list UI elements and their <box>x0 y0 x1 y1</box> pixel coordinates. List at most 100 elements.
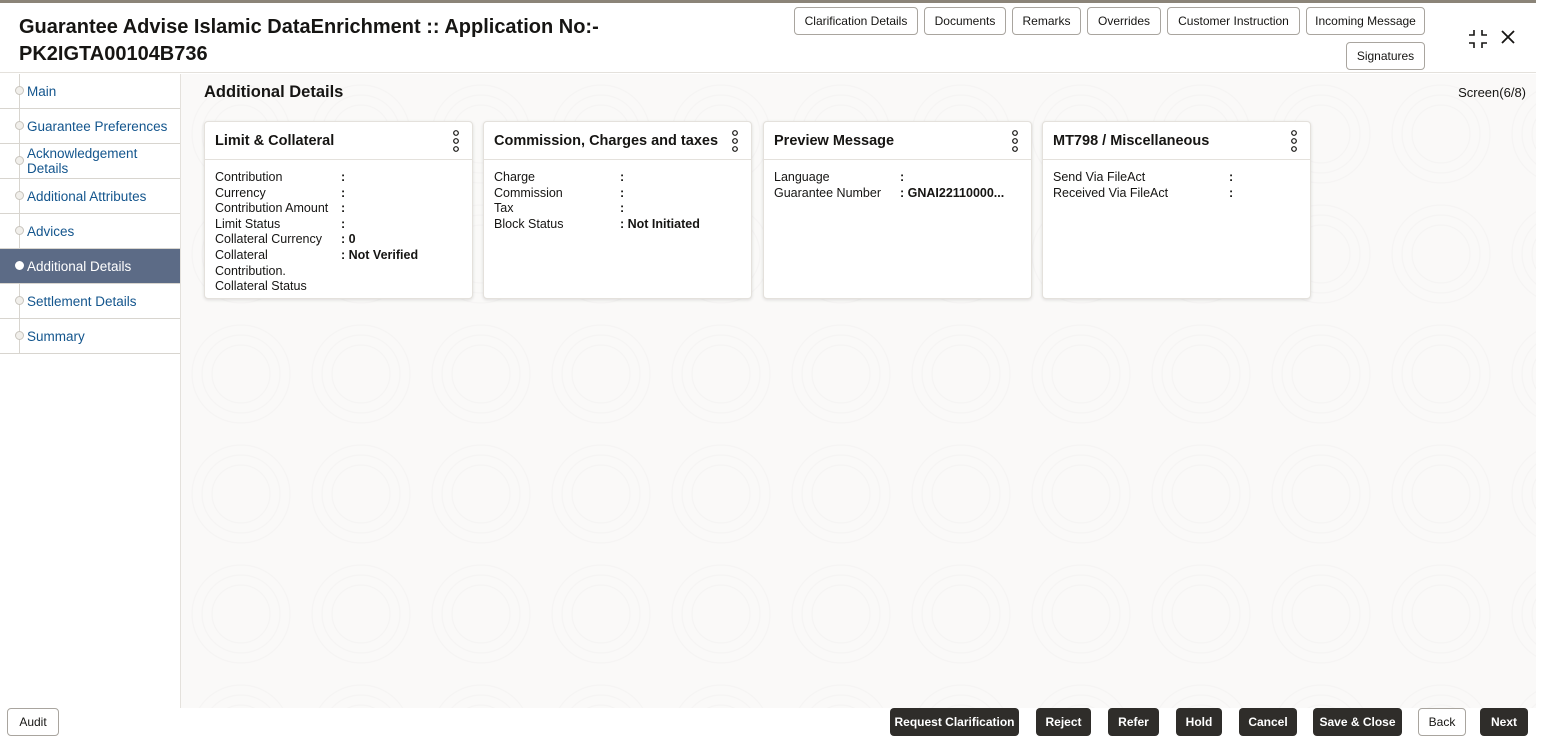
save-close-button[interactable]: Save & Close <box>1313 708 1402 736</box>
kebab-menu-icon[interactable] <box>1011 130 1019 152</box>
sidebar-item-summary[interactable]: Summary <box>0 319 180 354</box>
sidebar-item-label: Advices <box>27 223 75 239</box>
field-label: Send Via FileAct <box>1053 170 1146 184</box>
incoming-message-button[interactable]: Incoming Message <box>1306 7 1425 35</box>
window-right-edge <box>1536 0 1543 738</box>
field-label: Tax <box>494 201 514 216</box>
field-value: : <box>900 170 905 184</box>
field-value: : <box>620 185 625 200</box>
field-row: Commission: <box>494 186 751 202</box>
sidebar-item-label: Acknowledgement Details <box>27 146 138 176</box>
documents-button[interactable]: Documents <box>924 7 1006 35</box>
step-dot-icon <box>15 121 24 130</box>
field-value: : <box>620 201 625 216</box>
next-button[interactable]: Next <box>1480 708 1528 736</box>
field-row: Collateral Status <box>215 279 472 295</box>
field-row: Currency: <box>215 186 472 202</box>
limit-collateral-card: Limit & Collateral Contribution: Currenc… <box>204 121 473 299</box>
refer-button[interactable]: Refer <box>1108 708 1159 736</box>
collapse-icon[interactable] <box>1467 28 1489 50</box>
field-label: Charge <box>494 170 535 184</box>
field-value: : <box>620 170 625 184</box>
field-row: Charge: <box>494 170 751 186</box>
field-label: Limit Status <box>215 216 281 231</box>
field-row: Received Via FileAct: <box>1053 186 1310 202</box>
sidebar: Main Guarantee Preferences Acknowledgeme… <box>0 74 181 708</box>
main-content: Additional Details Screen(6/8) Limit & C… <box>181 74 1536 708</box>
card-body: Send Via FileAct: Received Via FileAct: <box>1043 160 1310 201</box>
kebab-menu-icon[interactable] <box>452 130 460 152</box>
sidebar-item-additional-details[interactable]: Additional Details <box>0 249 180 284</box>
field-value: : Not Verified <box>341 247 419 262</box>
field-row: Contribution: <box>215 170 472 186</box>
sidebar-item-advices[interactable]: Advices <box>0 214 180 249</box>
sidebar-item-label: Main <box>27 83 57 99</box>
card-header: Limit & Collateral <box>205 122 472 160</box>
field-row: Contribution Amount: <box>215 201 472 217</box>
footer-toolbar: Audit Request Clarification Reject Refer… <box>0 706 1536 738</box>
field-label: Language <box>774 170 830 184</box>
card-title: Limit & Collateral <box>215 132 335 149</box>
field-row: Language: <box>774 170 1031 186</box>
audit-button[interactable]: Audit <box>7 708 59 736</box>
header: Guarantee Advise Islamic DataEnrichment … <box>0 3 1536 73</box>
field-label: Collateral <box>215 247 268 262</box>
field-label: Received Via FileAct <box>1053 185 1169 200</box>
sidebar-item-acknowledgement-details[interactable]: Acknowledgement Details <box>0 144 180 179</box>
field-row: Collateral : Not Verified <box>215 248 472 264</box>
step-dot-icon <box>15 86 24 95</box>
step-dot-icon <box>15 331 24 340</box>
field-row: Block Status: Not Initiated <box>494 217 751 233</box>
card-header: MT798 / Miscellaneous <box>1043 122 1310 160</box>
field-label: Contribution <box>215 170 283 184</box>
customer-instruction-button[interactable]: Customer Instruction <box>1167 7 1300 35</box>
clarification-details-button[interactable]: Clarification Details <box>794 7 918 35</box>
page-title-line2: PK2IGTA00104B736 <box>19 43 208 65</box>
sidebar-item-label: Settlement Details <box>27 293 137 309</box>
field-label: Collateral Status <box>215 279 307 294</box>
field-row: Guarantee Number : GNAI22110000... <box>774 186 1031 202</box>
step-dot-icon <box>15 191 24 200</box>
field-label: Contribution. <box>215 263 286 278</box>
card-body: Language: Guarantee Number : GNAI22110000… <box>764 160 1031 201</box>
card-body: Contribution: Currency: Contribution Amo… <box>205 160 472 295</box>
card-header: Commission, Charges and taxes <box>484 122 751 160</box>
card-header: Preview Message <box>764 122 1031 160</box>
step-dot-icon <box>15 261 24 270</box>
field-value: : Not Initiated <box>620 216 700 231</box>
sidebar-item-settlement-details[interactable]: Settlement Details <box>0 284 180 319</box>
sidebar-item-label: Guarantee Preferences <box>27 118 168 134</box>
field-value: : <box>1229 170 1234 184</box>
sidebar-item-main[interactable]: Main <box>0 74 180 109</box>
step-dot-icon <box>15 156 24 165</box>
field-value: : 0 <box>341 232 356 247</box>
field-value: : GNAI22110000... <box>900 185 1005 200</box>
kebab-menu-icon[interactable] <box>1290 130 1298 152</box>
card-title: Preview Message <box>774 132 895 149</box>
hold-button[interactable]: Hold <box>1176 708 1222 736</box>
card-title: MT798 / Miscellaneous <box>1053 132 1210 149</box>
field-label: Guarantee Number <box>774 185 882 200</box>
signatures-button[interactable]: Signatures <box>1346 42 1425 70</box>
step-dot-icon <box>15 226 24 235</box>
step-dot-icon <box>15 296 24 305</box>
request-clarification-button[interactable]: Request Clarification <box>890 708 1019 736</box>
field-row: Collateral Currency : 0 <box>215 232 472 248</box>
close-icon[interactable] <box>1499 28 1517 46</box>
section-title: Additional Details <box>204 83 344 101</box>
cancel-button[interactable]: Cancel <box>1239 708 1297 736</box>
back-button[interactable]: Back <box>1418 708 1466 736</box>
screen-count: Screen(6/8) <box>1458 85 1526 100</box>
field-label: Collateral Currency <box>215 232 322 247</box>
card-title: Commission, Charges and taxes <box>494 132 719 149</box>
sidebar-item-additional-attributes[interactable]: Additional Attributes <box>0 179 180 214</box>
sidebar-item-label: Additional Attributes <box>27 188 147 204</box>
overrides-button[interactable]: Overrides <box>1087 7 1161 35</box>
kebab-menu-icon[interactable] <box>731 130 739 152</box>
field-row: Limit Status: <box>215 217 472 233</box>
field-label: Commission <box>494 185 563 200</box>
sidebar-item-guarantee-preferences[interactable]: Guarantee Preferences <box>0 109 180 144</box>
reject-button[interactable]: Reject <box>1036 708 1091 736</box>
field-value: : <box>1229 185 1234 200</box>
remarks-button[interactable]: Remarks <box>1012 7 1081 35</box>
